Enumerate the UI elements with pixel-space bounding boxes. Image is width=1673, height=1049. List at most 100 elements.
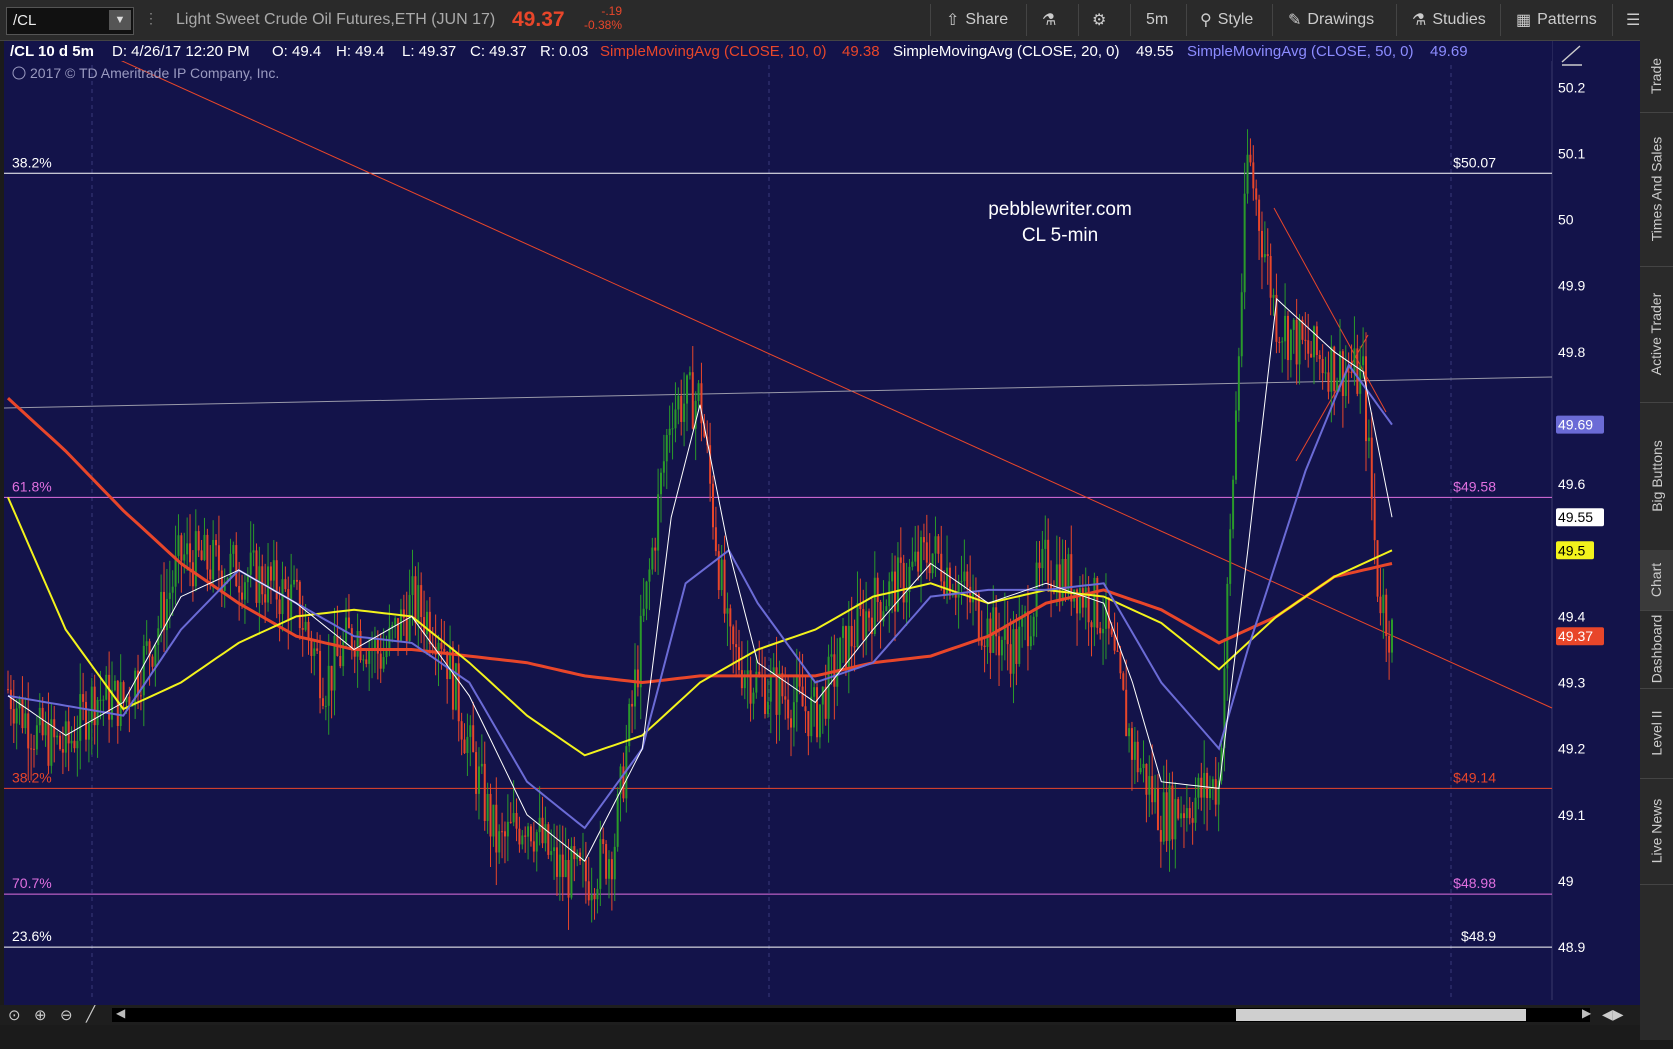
candle-body bbox=[1165, 792, 1168, 841]
candle-body bbox=[1128, 728, 1131, 737]
candle-body bbox=[555, 847, 558, 877]
candle-body bbox=[1269, 256, 1272, 298]
candle-body bbox=[1148, 776, 1151, 795]
candle-body bbox=[966, 571, 969, 587]
drawings-button[interactable]: ✎ Drawings bbox=[1288, 8, 1374, 32]
candle-body bbox=[792, 702, 795, 728]
share-button[interactable]: ⇧ Share bbox=[946, 8, 1008, 32]
candle-body bbox=[261, 566, 264, 595]
candle-body bbox=[368, 648, 371, 664]
side-tab-live-news[interactable]: Live News bbox=[1640, 778, 1673, 885]
timeframe-button[interactable]: 5m bbox=[1146, 8, 1168, 32]
side-tab-chart[interactable]: Chart bbox=[1640, 550, 1673, 611]
candle-body bbox=[200, 550, 203, 560]
zoom-fit-icon[interactable]: ⊙ bbox=[8, 1006, 21, 1024]
top-toolbar: /CL ▼ ⋮ Light Sweet Crude Oil Futures,ET… bbox=[0, 0, 1673, 41]
candle-body bbox=[284, 579, 287, 590]
symbol-selector[interactable]: /CL ▼ bbox=[6, 7, 134, 35]
candle-body bbox=[217, 545, 220, 571]
price-chart[interactable]: 38.2% $50.07 61.8% $49.58 38.2% $49.14 70.7% $4… bbox=[0, 40, 1640, 1045]
y-tick-label: 50.2 bbox=[1558, 79, 1585, 95]
candle-body bbox=[1333, 346, 1336, 392]
settings-button[interactable]: ⚙ bbox=[1092, 8, 1106, 32]
candle-body bbox=[1047, 539, 1050, 584]
candle-body bbox=[373, 638, 376, 649]
fib-percent-label: 61.8% bbox=[12, 478, 52, 494]
candle-body bbox=[67, 721, 70, 744]
candle-body bbox=[1246, 154, 1249, 194]
candle-body bbox=[47, 723, 50, 766]
candle-body bbox=[1064, 559, 1067, 592]
candle-body bbox=[1156, 788, 1159, 831]
grip-icon[interactable]: ⋮ bbox=[144, 10, 158, 30]
candle-body bbox=[1078, 588, 1081, 614]
candle-body bbox=[1067, 554, 1070, 592]
flask-icon: ⚗ bbox=[1412, 12, 1427, 29]
style-button[interactable]: ⚲ Style bbox=[1200, 8, 1253, 32]
candle-body bbox=[1110, 628, 1113, 635]
candle-body bbox=[541, 817, 544, 844]
candle-body bbox=[665, 435, 668, 462]
candle-body bbox=[362, 659, 365, 661]
side-tab-big-buttons[interactable]: Big Buttons bbox=[1640, 402, 1673, 551]
candle-body bbox=[1353, 348, 1356, 373]
candle-body bbox=[1373, 498, 1376, 541]
candle-body bbox=[740, 670, 743, 689]
candle-body bbox=[293, 579, 296, 585]
candle-body bbox=[550, 851, 553, 855]
candle-body bbox=[82, 694, 85, 702]
candle-body bbox=[1026, 611, 1029, 647]
candle-body bbox=[264, 594, 267, 603]
side-tab-level-ii[interactable]: Level II bbox=[1640, 688, 1673, 779]
pencil-icon: ✎ bbox=[1288, 12, 1302, 29]
candle-body bbox=[674, 409, 677, 429]
candle-body bbox=[379, 653, 382, 669]
candle-body bbox=[258, 566, 261, 603]
candle-body bbox=[1388, 635, 1391, 653]
candle-body bbox=[7, 689, 9, 691]
candle-body bbox=[1263, 254, 1266, 258]
scroll-left-icon[interactable]: ◀ bbox=[116, 1006, 125, 1020]
candle-body bbox=[1177, 799, 1180, 819]
candle-body bbox=[607, 859, 610, 879]
side-tab-trade[interactable]: Trade bbox=[1640, 40, 1673, 113]
candle-body bbox=[27, 713, 30, 749]
studies-button[interactable]: ⚗ Studies bbox=[1412, 8, 1486, 32]
chevron-down-icon[interactable]: ▼ bbox=[109, 10, 131, 30]
candle-body bbox=[388, 627, 391, 650]
candle-body bbox=[310, 638, 313, 656]
candle-body bbox=[1038, 562, 1041, 569]
candle-body bbox=[1295, 319, 1298, 365]
candle-body bbox=[605, 843, 608, 879]
zoom-out-icon[interactable]: ⊖ bbox=[60, 1006, 73, 1024]
menu-button[interactable]: ☰ bbox=[1626, 8, 1640, 32]
scroll-end-icon[interactable]: ◀▶ bbox=[1602, 1006, 1624, 1023]
studies-label: Studies bbox=[1432, 11, 1486, 28]
candle-body bbox=[1185, 808, 1188, 819]
side-tab-times-and-sales[interactable]: Times And Sales bbox=[1640, 112, 1673, 267]
candle-body bbox=[1356, 348, 1359, 394]
patterns-button[interactable]: ▦ Patterns bbox=[1516, 8, 1597, 32]
scrollbar-thumb[interactable] bbox=[1236, 1009, 1526, 1021]
candle-body bbox=[769, 674, 772, 702]
side-tab-dashboard[interactable]: Dashboard bbox=[1640, 610, 1673, 689]
candle-body bbox=[639, 615, 642, 688]
candle-body bbox=[1208, 788, 1211, 799]
scrollbar-track[interactable]: ◀ ▶ bbox=[112, 1006, 1591, 1022]
candle-body bbox=[1364, 356, 1367, 442]
flask-button[interactable]: ⚗ bbox=[1042, 8, 1056, 32]
side-tab-active-trader[interactable]: Active Trader bbox=[1640, 266, 1673, 403]
draw-line-icon[interactable]: ╱ bbox=[86, 1005, 95, 1023]
scroll-right-icon[interactable]: ▶ bbox=[1582, 1006, 1591, 1020]
fib-percent-label: 70.7% bbox=[12, 875, 52, 891]
candle-body bbox=[1136, 741, 1139, 773]
y-tick-label: 50.1 bbox=[1558, 145, 1585, 161]
chart-scrollbar[interactable]: ⊙ ⊕ ⊖ ╱ ◀ ▶ ◀▶ bbox=[0, 1005, 1640, 1025]
zoom-in-icon[interactable]: ⊕ bbox=[34, 1006, 47, 1024]
toolbar-divider bbox=[1130, 4, 1131, 36]
candle-body bbox=[324, 705, 327, 707]
candle-body bbox=[697, 383, 700, 401]
candle-body bbox=[986, 618, 989, 647]
candle-body bbox=[272, 560, 275, 581]
fib-percent-label: 38.2% bbox=[12, 154, 52, 170]
